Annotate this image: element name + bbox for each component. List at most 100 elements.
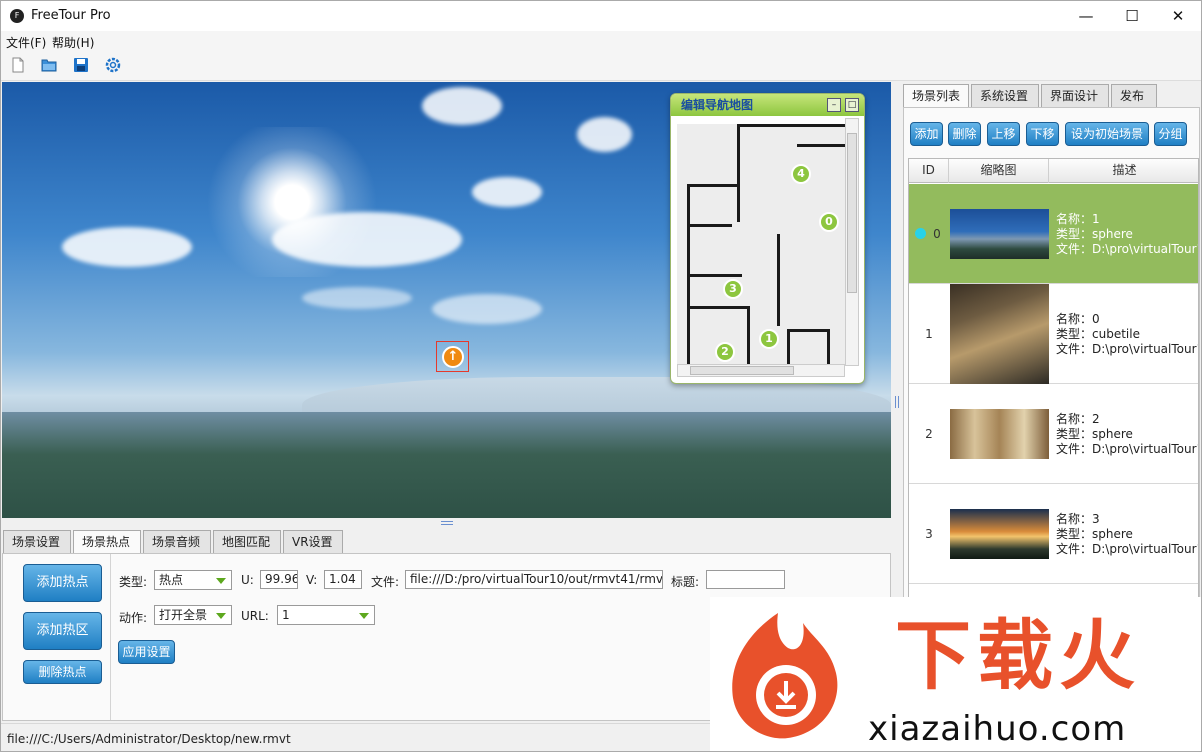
tab-scene-settings[interactable]: 场景设置 [3,530,71,554]
apply-settings-button[interactable]: 应用设置 [118,640,175,664]
status-file-path: file:///C:/Users/Administrator/Desktop/n… [7,732,291,746]
nav-map-vertical-scrollbar[interactable] [845,118,859,366]
type-label: 类型: [119,575,148,589]
u-field[interactable]: 99.96 [260,570,298,589]
col-thumbnail[interactable]: 缩略图 [949,159,1049,183]
scene-description: 名称：2 类型：sphere 文件：D:\pro\virtualTour10 [1056,412,1199,456]
url-select[interactable]: 1 [277,605,375,625]
add-scene-button[interactable]: 添加 [910,122,943,146]
cloud [62,227,192,267]
action-select[interactable]: 打开全景 [154,605,232,625]
tab-scene-audio[interactable]: 场景音频 [143,530,211,554]
group-button[interactable]: 分组 [1154,122,1187,146]
tab-scene-list[interactable]: 场景列表 [903,84,969,108]
nav-map-window[interactable]: 编辑导航地图 – □ 0 1 2 3 4 [670,93,865,384]
scene-thumbnail [950,209,1049,259]
map-marker-3[interactable]: 3 [723,279,743,299]
toolbar [1,51,1201,81]
title-label: 标题: [671,575,700,589]
u-label: U: [241,573,254,587]
tab-publish[interactable]: 发布 [1111,84,1157,108]
chevron-down-icon [216,613,226,619]
row-id: 2 [925,427,933,441]
hotspot-action-column: 添加热点 添加热区 删除热点 [3,554,111,720]
move-up-button[interactable]: 上移 [987,122,1020,146]
chevron-down-icon [216,578,226,584]
delete-hotspot-button[interactable]: 删除热点 [23,660,102,684]
floor-plan[interactable]: 0 1 2 3 4 [677,124,845,366]
window-title: FreeTour Pro [31,8,111,23]
mountain-landscape [2,412,891,518]
nav-map-maximize-button[interactable]: □ [845,98,859,112]
col-id[interactable]: ID [909,159,949,183]
tab-vr-settings[interactable]: VR设置 [283,530,343,554]
scene-description: 名称：1 类型：sphere 文件：D:\pro\virtualTour10 [1056,212,1199,256]
selected-hotspot-frame[interactable]: ↑ [436,341,469,372]
title-bar: F FreeTour Pro — ☐ ✕ [1,1,1201,31]
cloud [432,294,542,324]
panorama-viewer[interactable]: ↑ 编辑导航地图 – □ 0 1 2 3 4 [2,82,891,518]
cloud [302,287,412,309]
minimize-button[interactable]: — [1063,1,1109,31]
nav-map-horizontal-scrollbar[interactable] [677,364,845,377]
action-select-value: 打开全景 [159,608,208,622]
menu-help[interactable]: 帮助(H) [52,34,94,51]
cloud [577,117,632,152]
file-label: 文件: [371,575,400,589]
tab-map-match[interactable]: 地图匹配 [213,530,281,554]
v-field[interactable]: 1.04 [324,570,362,589]
sun [197,127,387,277]
table-row[interactable]: 0 名称：1 类型：sphere 文件：D:\pro\virtualTour10 [909,184,1199,284]
splitter-grip-icon[interactable] [895,396,899,408]
map-marker-4[interactable]: 4 [791,164,811,184]
close-button[interactable]: ✕ [1155,1,1201,31]
scene-description: 名称：0 类型：cubetile 文件：D:\pro\virtualTour10 [1056,312,1199,356]
map-marker-0[interactable]: 0 [819,212,839,232]
row-id: 0 [933,227,941,241]
nav-map-minimize-button[interactable]: – [827,98,841,112]
set-initial-scene-button[interactable]: 设为初始场景 [1065,122,1149,146]
new-file-icon[interactable] [10,57,26,73]
map-marker-1[interactable]: 1 [759,329,779,349]
tab-ui-design[interactable]: 界面设计 [1041,84,1109,108]
cloud [472,177,542,207]
url-label: URL: [241,609,269,623]
maximize-button[interactable]: ☐ [1109,1,1155,31]
type-select-value: 热点 [159,573,184,587]
delete-scene-button[interactable]: 删除 [948,122,981,146]
menu-bar: 文件(F) 帮助(H) [1,31,1201,51]
action-label: 动作: [119,611,148,625]
watermark-brand: 下载火 [895,611,1141,700]
v-label: V: [306,573,318,587]
watermark-url: xiazaihuo.com [868,709,1127,749]
title-field[interactable] [706,570,785,589]
table-row[interactable]: 3 名称：3 类型：sphere 文件：D:\pro\virtualTour10 [909,484,1199,584]
scene-description: 名称：3 类型：sphere 文件：D:\pro\virtualTour10 [1056,512,1199,556]
scroll-thumb[interactable] [690,366,794,375]
table-row[interactable]: 1 名称：0 类型：cubetile 文件：D:\pro\virtualTour… [909,284,1199,384]
add-region-button[interactable]: 添加热区 [23,612,102,650]
col-description[interactable]: 描述 [1049,159,1198,183]
horizontal-splitter-grip[interactable] [441,521,453,525]
map-marker-2[interactable]: 2 [715,342,735,362]
scene-table-header: ID 缩略图 描述 [909,159,1198,183]
menu-file[interactable]: 文件(F) [6,34,46,51]
settings-icon[interactable] [105,57,121,73]
app-logo-icon: F [10,9,24,23]
open-folder-icon[interactable] [41,57,57,73]
tab-scene-hotspots[interactable]: 场景热点 [73,530,141,554]
chevron-down-icon [359,613,369,619]
scene-thumbnail [950,284,1049,384]
table-row[interactable]: 2 名称：2 类型：sphere 文件：D:\pro\virtualTour10 [909,384,1199,484]
hotspot-arrow-icon[interactable]: ↑ [442,346,464,368]
move-down-button[interactable]: 下移 [1026,122,1059,146]
watermark-overlay: 下载火 xiazaihuo.com [710,597,1201,751]
scroll-thumb[interactable] [847,133,857,293]
scene-thumbnail [950,409,1049,459]
url-select-value: 1 [282,608,290,622]
type-select[interactable]: 热点 [154,570,232,590]
save-icon[interactable] [73,57,89,73]
file-field[interactable]: file:///D:/pro/virtualTour10/out/rmvt41/… [405,570,663,589]
add-hotspot-button[interactable]: 添加热点 [23,564,102,602]
tab-system-settings[interactable]: 系统设置 [971,84,1039,108]
